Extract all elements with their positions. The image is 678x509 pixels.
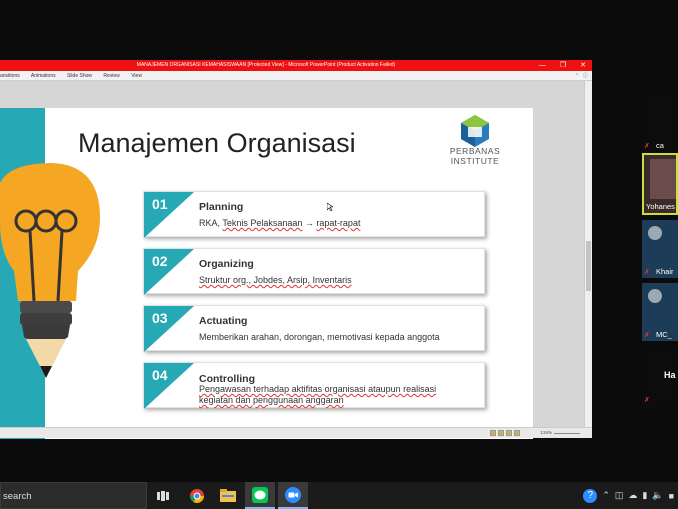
muted-mic-icon: ✗ xyxy=(644,397,650,404)
item-heading: Planning xyxy=(199,201,244,213)
participant-name: Yohanes xyxy=(646,202,675,211)
logo-line-1: PERBANAS xyxy=(449,146,501,156)
slide-canvas: Manajemen Organisasi PERBANAS INSTITUTE … xyxy=(0,81,584,439)
status-bar: 134% xyxy=(0,427,592,438)
battery-icon[interactable]: ▮ xyxy=(642,490,647,501)
zoom-slider[interactable] xyxy=(554,433,580,434)
zoom-app-icon[interactable] xyxy=(278,482,308,509)
help-tray-icon[interactable]: ? xyxy=(583,488,598,503)
list-item-controlling: 04 Controlling Pengawasan terhadap aktif… xyxy=(143,362,485,409)
lightbulb-pencil-illustration xyxy=(0,163,100,378)
window-title: MANAJEMEN ORGANISASI KEMAHASISWAAN [Prot… xyxy=(136,62,396,68)
network-icon[interactable]: ◫ xyxy=(615,490,624,501)
muted-mic-icon: ✗ xyxy=(644,332,650,339)
help-icon[interactable]: ⓘ xyxy=(583,71,588,81)
search-placeholder: search xyxy=(3,491,32,502)
window-title-bar[interactable]: MANAJEMEN ORGANISASI KEMAHASISWAAN [Prot… xyxy=(0,60,592,71)
item-description: Pengawasan terhadap aktifitas organisasi… xyxy=(199,384,437,405)
number-tab: 03 xyxy=(144,306,194,352)
desktop: MANAJEMEN ORGANISASI KEMAHASISWAAN [Prot… xyxy=(0,0,678,509)
number-tab: 01 xyxy=(144,192,194,238)
muted-mic-icon: ✗ xyxy=(644,143,650,150)
chrome-icon[interactable] xyxy=(182,482,212,509)
participant-tile[interactable]: Khair ✗ xyxy=(642,220,678,278)
ribbon-collapse-icon[interactable]: ⌃ xyxy=(575,71,579,81)
avatar xyxy=(648,289,662,303)
tab-review[interactable]: Review xyxy=(103,73,119,79)
slide-title: Manajemen Organisasi xyxy=(78,128,356,158)
participant-tile[interactable]: Ha ✗ xyxy=(642,346,678,406)
tab-transitions[interactable]: ansitions xyxy=(0,73,20,79)
perbanas-logo xyxy=(461,115,489,147)
chevron-up-icon[interactable]: ⌃ xyxy=(602,490,610,501)
participant-video xyxy=(650,159,676,199)
system-tray: ? ⌃ ◫ ☁ ▮ 🔈 ■ xyxy=(583,482,678,509)
item-number: 04 xyxy=(152,367,168,383)
language-icon[interactable]: ■ xyxy=(669,491,674,501)
number-tab: 04 xyxy=(144,363,194,409)
tab-animations[interactable]: Animations xyxy=(31,73,56,79)
participant-name: MC_ xyxy=(656,330,672,339)
close-icon[interactable]: ✕ xyxy=(580,60,586,71)
participant-name: Ha xyxy=(664,370,676,380)
list-item-actuating: 03 Actuating Memberikan arahan, dorongan… xyxy=(143,305,485,352)
participant-name: ca xyxy=(656,141,664,150)
volume-icon[interactable]: 🔈 xyxy=(652,490,663,501)
list-item-organizing: 02 Organizing Struktur org., Jobdes, Ars… xyxy=(143,248,485,295)
participant-tile-active[interactable]: Yohanes xyxy=(642,153,678,215)
list-item-planning: 01 Planning RKA, Teknis Pelaksanaan → ra… xyxy=(143,191,485,238)
muted-mic-icon: ✗ xyxy=(644,269,650,276)
vertical-scrollbar[interactable] xyxy=(584,81,592,427)
minimize-icon[interactable]: — xyxy=(539,60,546,71)
item-number: 01 xyxy=(152,196,168,212)
file-explorer-icon[interactable] xyxy=(213,482,243,509)
participant-tile[interactable]: MC_ ✗ xyxy=(642,283,678,341)
logo-line-2: INSTITUTE xyxy=(450,156,500,166)
tab-view[interactable]: View xyxy=(131,73,142,79)
zoom-level: 134% xyxy=(540,430,552,435)
participant-tile[interactable]: ca ✗ xyxy=(642,90,678,152)
logo-text: PERBANAS INSTITUTE xyxy=(444,146,506,166)
mouse-cursor-icon xyxy=(327,203,333,211)
slide: Manajemen Organisasi PERBANAS INSTITUTE … xyxy=(0,108,533,439)
item-number: 03 xyxy=(152,310,168,326)
item-description: Memberikan arahan, dorongan, memotivasi … xyxy=(199,332,440,342)
restore-icon[interactable]: ❐ xyxy=(560,60,566,71)
avatar xyxy=(648,226,662,240)
taskbar: search ? ⌃ ◫ ☁ ▮ 🔈 ■ xyxy=(0,482,678,509)
ribbon: ansitions Animations Slide Show Review V… xyxy=(0,71,592,81)
number-tab: 02 xyxy=(144,249,194,295)
line-app-icon[interactable] xyxy=(245,482,275,509)
cloud-icon[interactable]: ☁ xyxy=(628,490,637,501)
item-heading: Actuating xyxy=(199,315,248,327)
item-number: 02 xyxy=(152,253,168,269)
item-description: RKA, Teknis Pelaksanaan → rapat-rapat xyxy=(199,218,361,228)
view-buttons[interactable] xyxy=(490,430,520,436)
task-view-icon[interactable] xyxy=(148,482,178,509)
powerpoint-window: MANAJEMEN ORGANISASI KEMAHASISWAAN [Prot… xyxy=(0,60,592,439)
taskbar-search[interactable]: search xyxy=(0,482,147,509)
tab-slide-show[interactable]: Slide Show xyxy=(67,73,92,79)
item-description: Struktur org., Jobdes, Arsip, Inventaris xyxy=(199,275,352,285)
participant-name: Khair xyxy=(656,267,674,276)
item-heading: Organizing xyxy=(199,258,254,270)
